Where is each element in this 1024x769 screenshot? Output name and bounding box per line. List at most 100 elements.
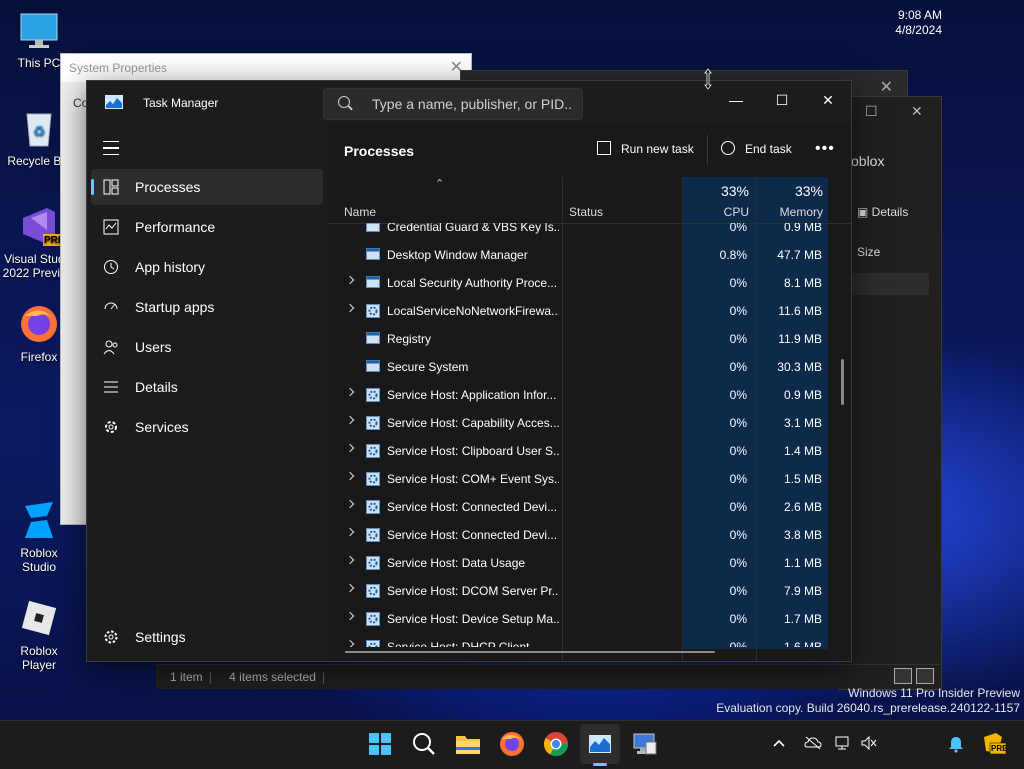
recycle-bin-icon: ♻ [17,106,61,150]
process-row[interactable]: Service Host: DCOM Server Pr... 0% 7.9 MB [329,577,829,605]
column-cpu[interactable]: CPU [699,205,749,219]
expand-chevron-icon[interactable] [345,471,355,481]
process-row[interactable]: Service Host: Clipboard User S... 0% 1.4 M… [329,437,829,465]
vertical-scrollbar[interactable] [841,359,844,405]
expand-chevron-icon[interactable] [345,387,355,397]
details-view-icon[interactable] [894,668,912,684]
details-pane-icon: ▣ [857,205,872,219]
process-name: Desktop Window Manager [387,248,528,262]
process-row[interactable]: Service Host: DHCP Client 0% 1.6 MB [329,633,829,647]
process-row[interactable]: Service Host: Device Setup Ma... 0% 1.7 MB [329,605,829,633]
page-title: Processes [344,143,415,159]
column-status[interactable]: Status [569,205,603,219]
nav-item-performance[interactable]: Performance [91,209,323,245]
nav-item-services[interactable]: Services [91,409,323,445]
service-host-icon [366,556,380,570]
process-row[interactable]: Service Host: Application Infor... 0% 0.9 … [329,381,829,409]
process-row[interactable]: Credential Guard & VBS Key Is... 0% 0.9 MB [329,223,829,241]
close-icon[interactable]: ✕ [880,77,893,97]
process-name: LocalServiceNoNetworkFirewa... [387,304,559,318]
process-row[interactable]: Secure System 0% 30.3 MB [329,353,829,381]
process-row[interactable]: LocalServiceNoNetworkFirewa... 0% 11.6 MB [329,297,829,325]
taskbar-clock[interactable]: 9:08 AM 4/8/2024 [888,8,942,38]
process-cpu: 0% [729,304,747,318]
task-manager-titlebar[interactable]: Task Manager — ☐ ✕ [87,81,851,125]
processes-icon [103,179,119,195]
expand-chevron-icon[interactable] [345,443,355,453]
chrome-icon[interactable] [540,728,572,760]
maximize-icon[interactable]: ☐ [865,103,878,120]
sort-up-icon[interactable]: ⌃ [435,177,444,190]
process-row[interactable]: Local Security Authority Proce... 0% 8.1 M… [329,269,829,297]
nav-item-details[interactable]: Details [91,369,323,405]
process-name: Service Host: Connected Devi... [387,528,558,542]
column-name[interactable]: Name [344,205,376,219]
process-row[interactable]: Registry 0% 11.9 MB [329,325,829,353]
close-icon[interactable]: ✕ [805,87,851,113]
notifications-bell-icon[interactable] [948,735,964,756]
explorer-window[interactable]: ☐ ✕ oblox ▣ Details Size [838,96,942,690]
window-title: Task Manager [143,96,219,110]
process-name: Registry [387,332,432,346]
task-manager-window[interactable]: Task Manager — ☐ ✕ Processes Performance… [86,80,852,662]
search-input[interactable] [370,94,574,114]
selected-row[interactable] [849,273,929,295]
network-icon[interactable] [834,735,852,754]
volume-muted-icon[interactable] [860,735,878,754]
expand-chevron-icon[interactable] [345,583,355,593]
nav-item-users[interactable]: Users [91,329,323,365]
close-icon[interactable]: ✕ [911,103,923,120]
process-row[interactable]: Service Host: Capability Acces... 0% 3.1 M… [329,409,829,437]
process-app-icon [366,332,380,344]
expand-chevron-icon[interactable] [345,555,355,565]
process-row[interactable]: Desktop Window Manager 0.8% 47.7 MB [329,241,829,269]
tiles-view-icon[interactable] [916,668,934,684]
hamburger-menu-icon[interactable] [103,141,119,155]
task-manager-icon[interactable] [584,728,616,760]
start-icon[interactable] [364,728,396,760]
navigation-pane: Processes Performance App history Startu… [87,125,327,661]
show-hidden-icons-icon[interactable] [772,736,786,753]
size-column-header[interactable]: Size [857,245,880,259]
minimize-icon[interactable]: — [713,87,759,113]
expand-chevron-icon[interactable] [345,499,355,509]
maximize-icon[interactable]: ☐ [759,87,805,113]
process-row[interactable]: Service Host: Data Usage 0% 1.1 MB [329,549,829,577]
expand-chevron-icon[interactable] [345,415,355,425]
desktop-icon-label: Roblox Player [20,644,58,672]
firefox-icon[interactable] [496,728,528,760]
details-button[interactable]: ▣ Details [857,205,908,219]
nav-item-settings[interactable]: Settings [91,619,323,655]
expand-chevron-icon[interactable] [345,639,355,647]
process-row[interactable]: Service Host: Connected Devi... 0% 3.8 MB [329,521,829,549]
process-row[interactable]: Service Host: Connected Devi... 0% 2.6 MB [329,493,829,521]
onedrive-offline-icon[interactable] [804,735,822,754]
insider-preview-icon[interactable]: PRE [980,731,1008,760]
run-new-task-button[interactable]: Run new task [597,139,697,161]
visual-studio-icon: PRE [17,204,65,248]
nav-item-app-history[interactable]: App history [91,249,323,285]
search-icon[interactable] [408,728,440,760]
expand-chevron-icon[interactable] [345,611,355,621]
process-row[interactable]: Service Host: COM+ Event Sys... 0% 1.5 MB [329,465,829,493]
system-properties-titlebar[interactable]: System Properties ✕ [61,54,471,82]
expand-chevron-icon[interactable] [345,527,355,537]
horizontal-scrollbar[interactable] [345,651,715,653]
nav-item-processes[interactable]: Processes [91,169,323,205]
file-explorer-icon[interactable] [452,728,484,760]
desktop-icon-roblox-player[interactable]: Roblox Player [2,596,76,672]
end-task-button[interactable]: End task [721,139,801,161]
service-host-icon [366,612,380,626]
service-host-icon [366,444,380,458]
more-options-icon[interactable]: ••• [815,140,835,158]
column-memory[interactable]: Memory [769,205,823,219]
monitor-icon [17,8,61,52]
system-properties-icon[interactable] [628,728,660,760]
process-memory: 11.9 MB [778,332,822,346]
expand-chevron-icon[interactable] [345,275,355,285]
process-cpu: 0.8% [719,248,747,262]
process-memory: 3.8 MB [783,528,822,542]
expand-chevron-icon[interactable] [345,303,355,313]
search-box[interactable] [323,88,583,120]
nav-item-startup-apps[interactable]: Startup apps [91,289,323,325]
